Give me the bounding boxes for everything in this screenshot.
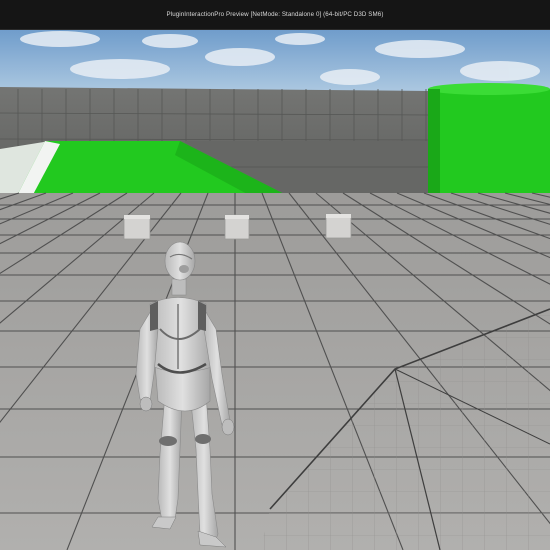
crate-center[interactable] — [224, 214, 250, 240]
level-scene — [0, 29, 550, 550]
window-titlebar: PluginInteractionPro Preview [NetMode: S… — [0, 0, 550, 30]
floor — [0, 192, 550, 550]
game-preview-window: PluginInteractionPro Preview [NetMode: S… — [0, 0, 550, 550]
game-viewport[interactable] — [0, 29, 550, 550]
crate-left[interactable] — [123, 214, 151, 240]
crate-right[interactable] — [325, 213, 352, 239]
window-title: PluginInteractionPro Preview [NetMode: S… — [166, 11, 384, 18]
green-cylinder — [428, 83, 550, 195]
